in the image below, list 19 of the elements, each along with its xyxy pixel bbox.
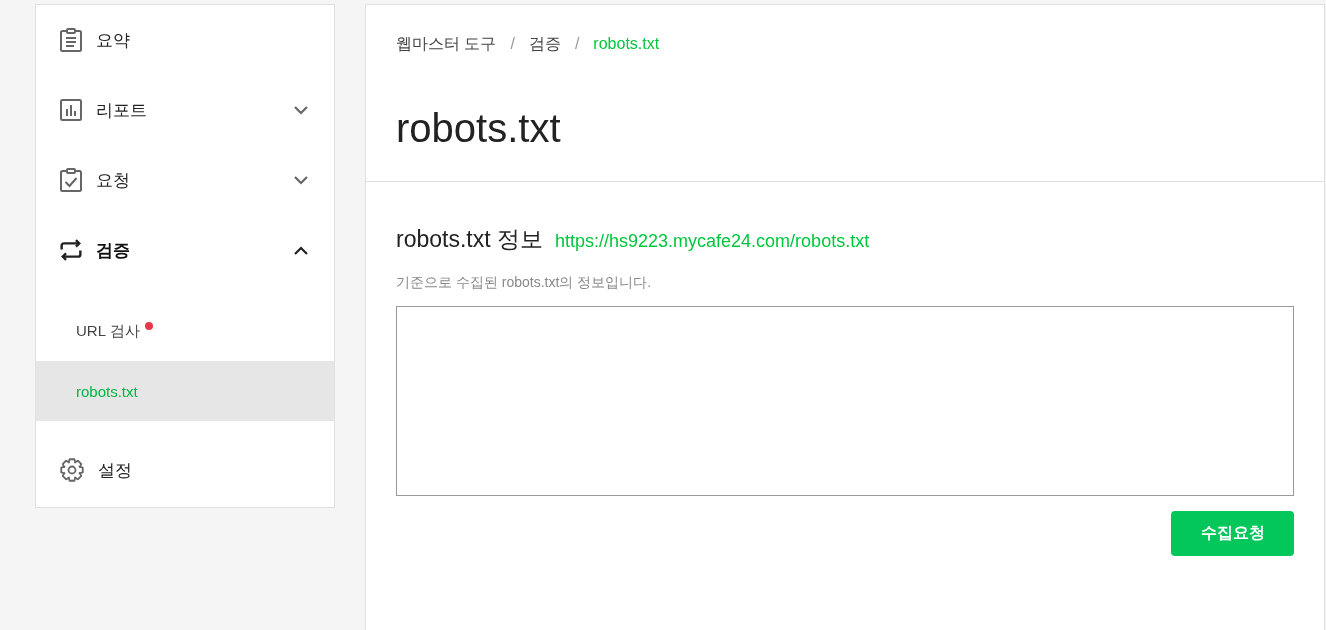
clipboard-check-icon [60, 168, 82, 192]
nav-item[interactable]: 검증 [36, 215, 334, 285]
nav-item[interactable]: 설정 [36, 435, 334, 505]
page-title: robots.txt [396, 105, 562, 152]
clipboard-list-icon [60, 28, 82, 52]
sub-nav-item[interactable]: URL 검사 [36, 301, 334, 361]
bar-chart-icon [60, 99, 82, 121]
breadcrumb-separator: / [510, 35, 515, 53]
nav-item[interactable]: 리포트 [36, 75, 334, 145]
swap-arrows-icon [60, 239, 82, 261]
section-description: 기준으로 수집된 robots.txt의 정보입니다. [396, 273, 653, 291]
nav-item[interactable]: 요약 [36, 5, 334, 75]
settings-icon [60, 458, 84, 482]
robots-text-field[interactable] [396, 306, 1294, 496]
breadcrumb-link[interactable]: 웹마스터 도구 [396, 33, 497, 55]
section-heading: robots.txt 정보 [396, 225, 543, 254]
breadcrumb-separator: / [574, 35, 580, 53]
breadcrumb-link[interactable]: 검증 [528, 33, 561, 55]
nav-item[interactable]: 요청 [36, 145, 334, 215]
